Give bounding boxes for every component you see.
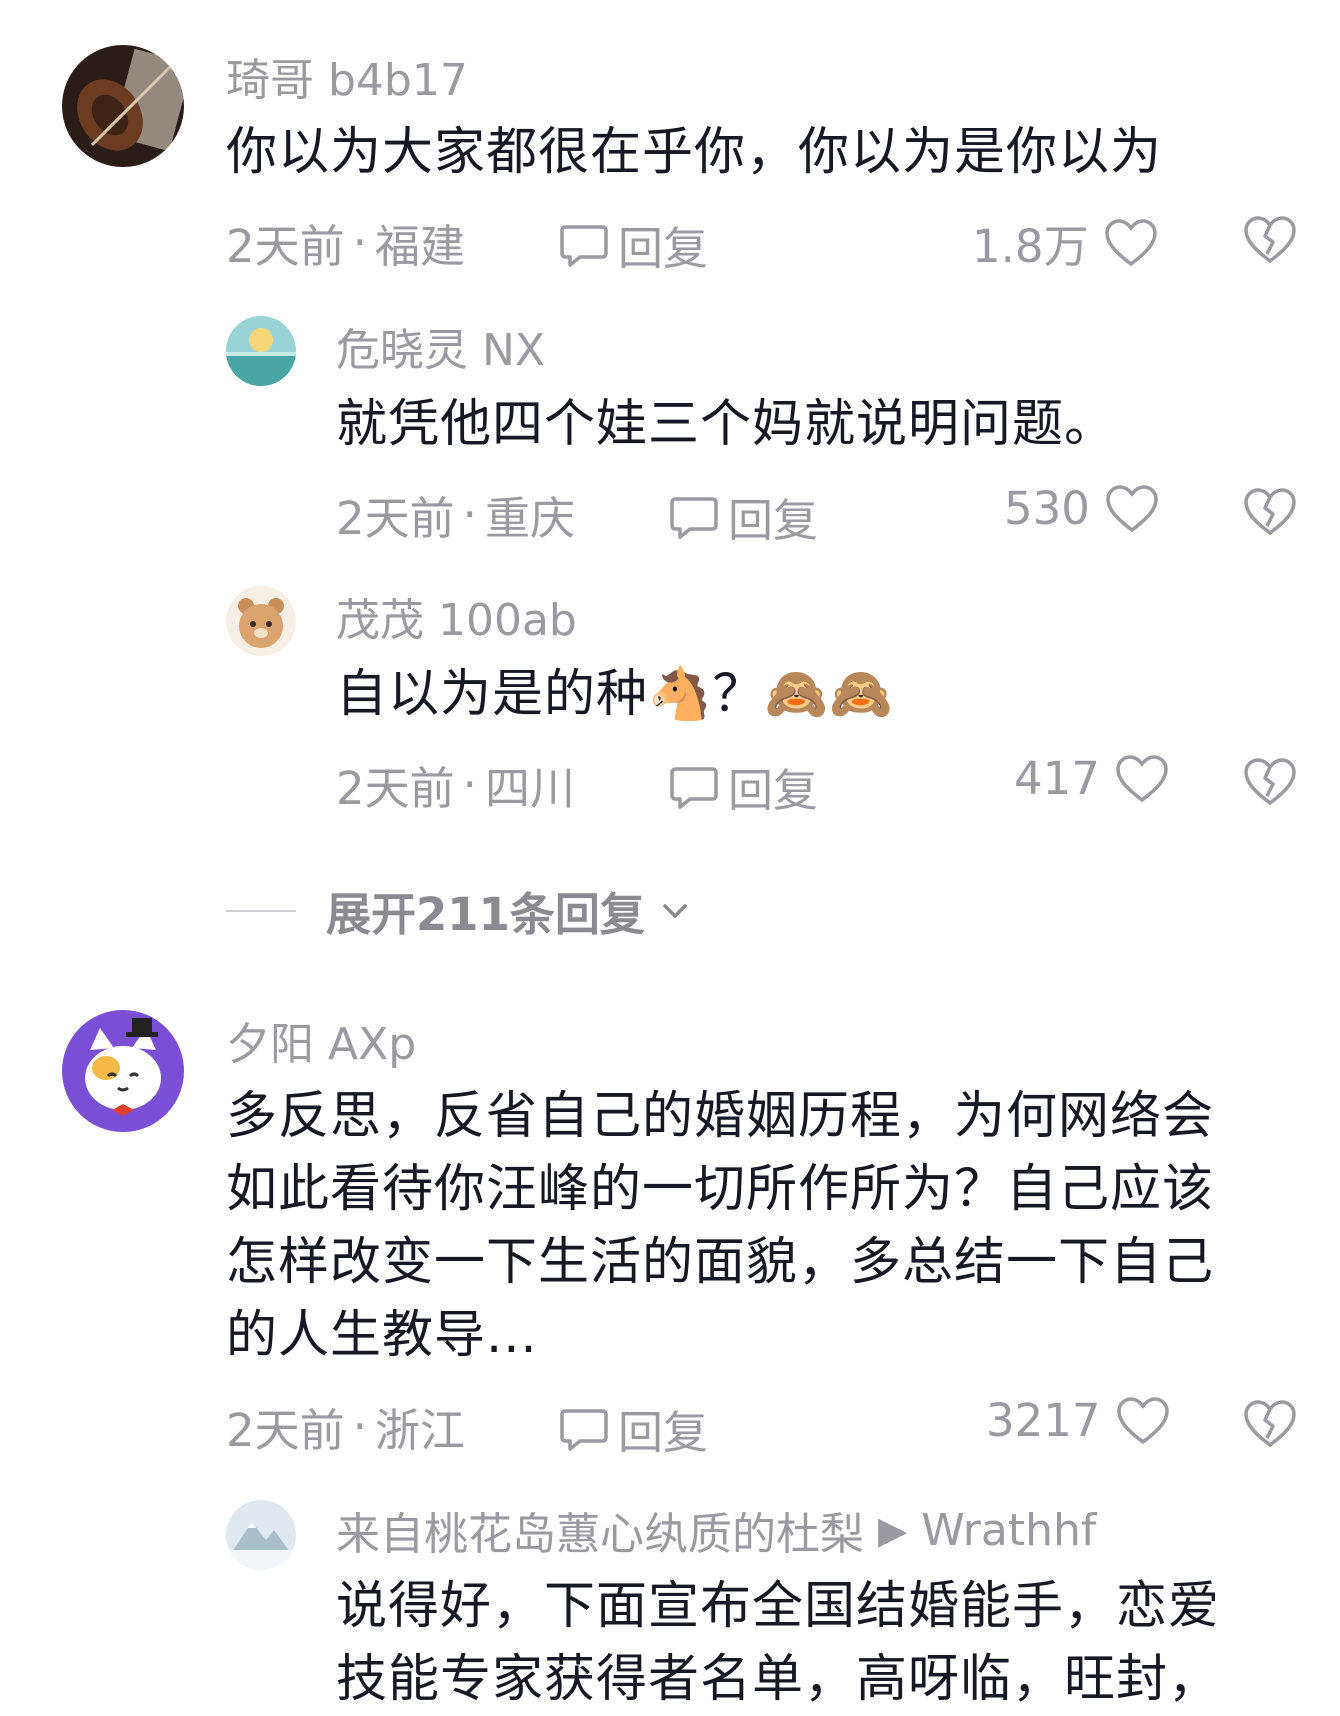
comment-location: 重庆 [484,491,575,545]
like-button[interactable]: 1.8万 [972,210,1159,275]
reply-button[interactable]: 回复 [558,1396,708,1461]
user-avatar[interactable] [62,1010,184,1132]
expand-replies-label: 展开211条回复 [326,888,645,941]
comment-time: 2天前 [336,491,455,545]
comment-text: 你以为大家都很在乎你，你以为是你以为 [226,123,1163,182]
meta-separator: · [462,487,477,541]
comment-meta: 2天前 · 四川 [336,752,575,816]
comment-text-line: 说得好，下面宣布全国结婚能手，恋爱 [336,1577,1221,1636]
heart-icon [1116,754,1168,802]
reply-label: 回复 [728,494,819,547]
reply-to-arrow-icon: ▶ [878,1508,908,1552]
see-no-evil-emoji: 🙈 [829,665,894,724]
broken-heart-icon [1244,758,1296,806]
meta-separator: · [352,215,367,269]
chat-bubble-icon [670,496,718,539]
meta-separator: · [462,757,477,811]
chat-bubble-icon [560,1408,608,1451]
comment-location: 四川 [484,761,575,815]
reply-label: 回复 [618,222,709,275]
like-count: 1.8万 [972,220,1089,273]
reply-button[interactable]: 回复 [558,212,708,277]
username[interactable]: 琦哥 b4b17 [226,44,468,108]
username-text: 来自桃花岛蕙心纨质的杜梨 [336,1509,864,1560]
comment-text-line: 的人生教导... [226,1306,538,1365]
comment-time: 2天前 [226,219,345,273]
comment-text-main: 自以为是的种 [336,665,649,724]
heart-icon [1116,1396,1169,1444]
user-avatar[interactable] [226,1500,296,1570]
comment-meta: 2天前 · 浙江 [226,1394,465,1458]
sea-sun-avatar-icon [226,316,296,386]
horse-emoji: 🐴 [648,665,713,724]
user-avatar[interactable] [62,45,184,167]
dislike-button[interactable] [1242,486,1298,542]
comment-location: 福建 [374,219,465,273]
broken-heart-icon [1244,216,1296,264]
snow-mountain-avatar-icon [226,1500,296,1570]
reply-button[interactable]: 回复 [668,484,818,549]
dislike-button[interactable] [1242,214,1298,270]
like-count: 3217 [986,1394,1101,1447]
heart-icon [1106,484,1158,532]
broken-heart-icon [1244,1400,1296,1448]
expand-replies-button[interactable]: 展开211条回复 [226,878,693,943]
comment-text-line: 怎样改变一下生活的面貌，多总结一下自己 [226,1233,1215,1292]
dislike-button[interactable] [1242,756,1298,812]
violin-avatar-icon [62,45,184,167]
comment-meta: 2天前 · 重庆 [336,482,575,546]
reply-button[interactable]: 回复 [668,754,818,819]
comment-location: 浙江 [374,1403,465,1457]
username[interactable]: 来自桃花岛蕙心纨质的杜梨 ▶ Wrathhf [336,1498,1096,1562]
username[interactable]: 茂茂 100ab [336,584,577,648]
see-no-evil-emoji: 🙈 [764,665,830,724]
like-button[interactable]: 530 [1004,482,1160,535]
heart-icon [1104,218,1157,266]
user-avatar[interactable] [226,316,296,386]
expand-divider [226,909,296,912]
comment-time: 2天前 [226,1403,345,1457]
reply-label: 回复 [728,764,819,817]
meta-separator: · [352,1399,367,1453]
comment-text-tail: ？ [712,665,765,724]
comment-text: 就凭他四个娃三个妈就说明问题。 [336,395,1117,454]
reply-label: 回复 [618,1406,709,1459]
comment-text-line: 技能专家获得者名单，高呀临，旺封， [336,1650,1221,1709]
chat-bubble-icon [560,224,608,267]
comment-time: 2天前 [336,761,455,815]
chevron-down-icon [663,903,687,918]
like-count: 530 [1004,482,1090,535]
like-button[interactable]: 417 [1014,752,1170,805]
dislike-button[interactable] [1242,1398,1298,1454]
comment-meta: 2天前 · 福建 [226,210,465,274]
comment-text: 自以为是的种🐴？🙈🙈 [336,658,894,731]
comment-text-line: 多反思，反省自己的婚姻历程，为何网络会 [226,1087,1215,1146]
bear-avatar-icon [226,586,296,656]
comment-text-line: 如此看待你汪峰的一切所作所为？自己应该 [226,1160,1215,1219]
chat-bubble-icon [670,766,718,809]
username[interactable]: 夕阳 AXp [226,1008,416,1072]
reply-to-username[interactable]: Wrathhf [921,1505,1096,1556]
username[interactable]: 危晓灵 NX [336,314,545,378]
cat-avatar-icon [62,1010,184,1132]
like-count: 417 [1014,752,1100,805]
like-button[interactable]: 3217 [986,1394,1171,1447]
user-avatar[interactable] [226,586,296,656]
broken-heart-icon [1244,488,1296,536]
